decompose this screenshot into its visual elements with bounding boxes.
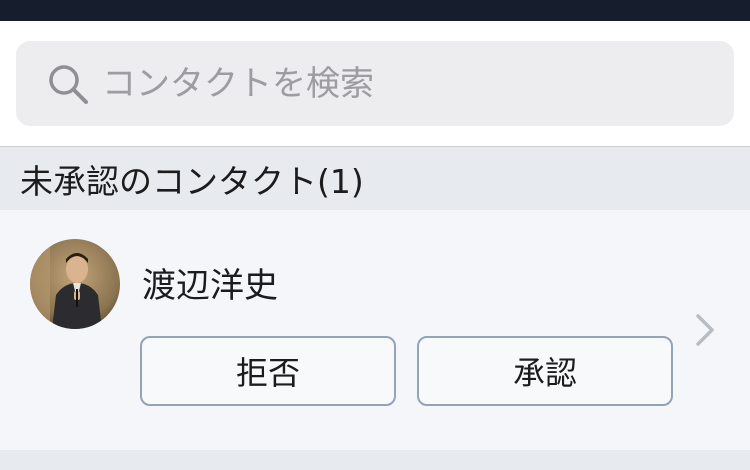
search-box[interactable] <box>16 41 734 126</box>
avatar[interactable] <box>30 239 120 329</box>
reject-button[interactable]: 拒否 <box>140 336 396 406</box>
contact-name: 渡辺洋史 <box>142 266 278 306</box>
section-header-pending: 未承認のコンタクト(1) <box>0 146 750 210</box>
status-bar <box>0 0 750 21</box>
search-area <box>0 21 750 147</box>
contact-request-row[interactable]: 渡辺洋史 拒否 承認 <box>0 210 750 450</box>
search-input[interactable] <box>102 53 702 114</box>
section-title: 未承認のコンタクト(1) <box>20 161 364 201</box>
list-separator <box>0 450 750 470</box>
approve-button[interactable]: 承認 <box>417 336 673 406</box>
avatar-photo <box>30 239 120 329</box>
chevron-right-icon[interactable] <box>690 310 720 350</box>
search-icon <box>49 64 88 104</box>
